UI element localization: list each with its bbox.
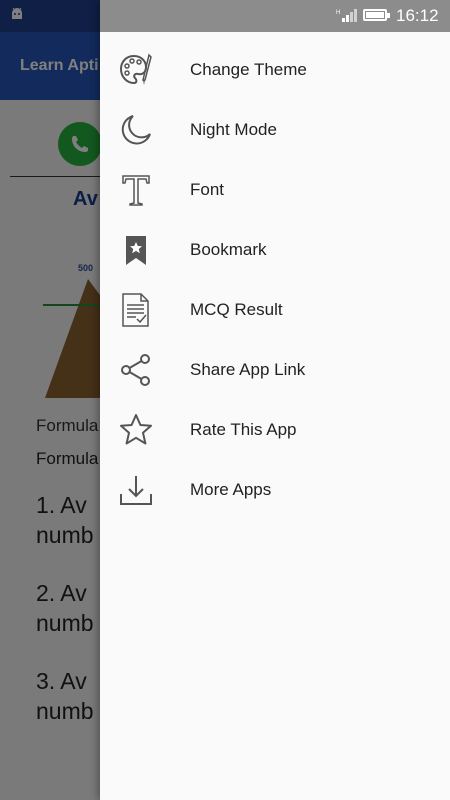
- star-icon: [120, 414, 152, 445]
- menu-item-rate-this-app[interactable]: Rate This App: [100, 400, 450, 460]
- menu-label: Bookmark: [190, 240, 267, 259]
- menu-item-font[interactable]: Font: [100, 160, 450, 220]
- status-time: 16:12: [396, 6, 439, 25]
- menu-label: Font: [190, 180, 225, 199]
- menu-item-bookmark[interactable]: Bookmark: [100, 220, 450, 280]
- menu-item-night-mode[interactable]: Night Mode: [100, 100, 450, 160]
- moon-icon: [121, 115, 151, 145]
- navigation-drawer: H 16:12 Change Theme Night Mode Font Boo…: [100, 0, 450, 800]
- download-icon: [120, 476, 152, 505]
- font-icon: [122, 175, 150, 206]
- menu-item-more-apps[interactable]: More Apps: [100, 460, 450, 520]
- signal-icon: H: [336, 9, 357, 22]
- menu-label: Rate This App: [190, 420, 297, 439]
- bookmark-icon: [126, 236, 146, 265]
- svg-text:H: H: [336, 10, 340, 16]
- menu-label: Share App Link: [190, 360, 306, 379]
- drawer-status-bar: H 16:12: [100, 0, 450, 32]
- share-icon: [121, 354, 150, 386]
- menu-label: Change Theme: [190, 60, 307, 79]
- menu-item-change-theme[interactable]: Change Theme: [100, 40, 450, 100]
- menu-item-share-app-link[interactable]: Share App Link: [100, 340, 450, 400]
- menu-label: Night Mode: [190, 120, 277, 139]
- battery-icon: [363, 9, 390, 21]
- menu-label: MCQ Result: [190, 300, 283, 319]
- menu-label: More Apps: [190, 480, 272, 499]
- menu-item-mcq-result[interactable]: MCQ Result: [100, 280, 450, 340]
- document-icon: [122, 293, 149, 327]
- palette-icon: [119, 53, 152, 85]
